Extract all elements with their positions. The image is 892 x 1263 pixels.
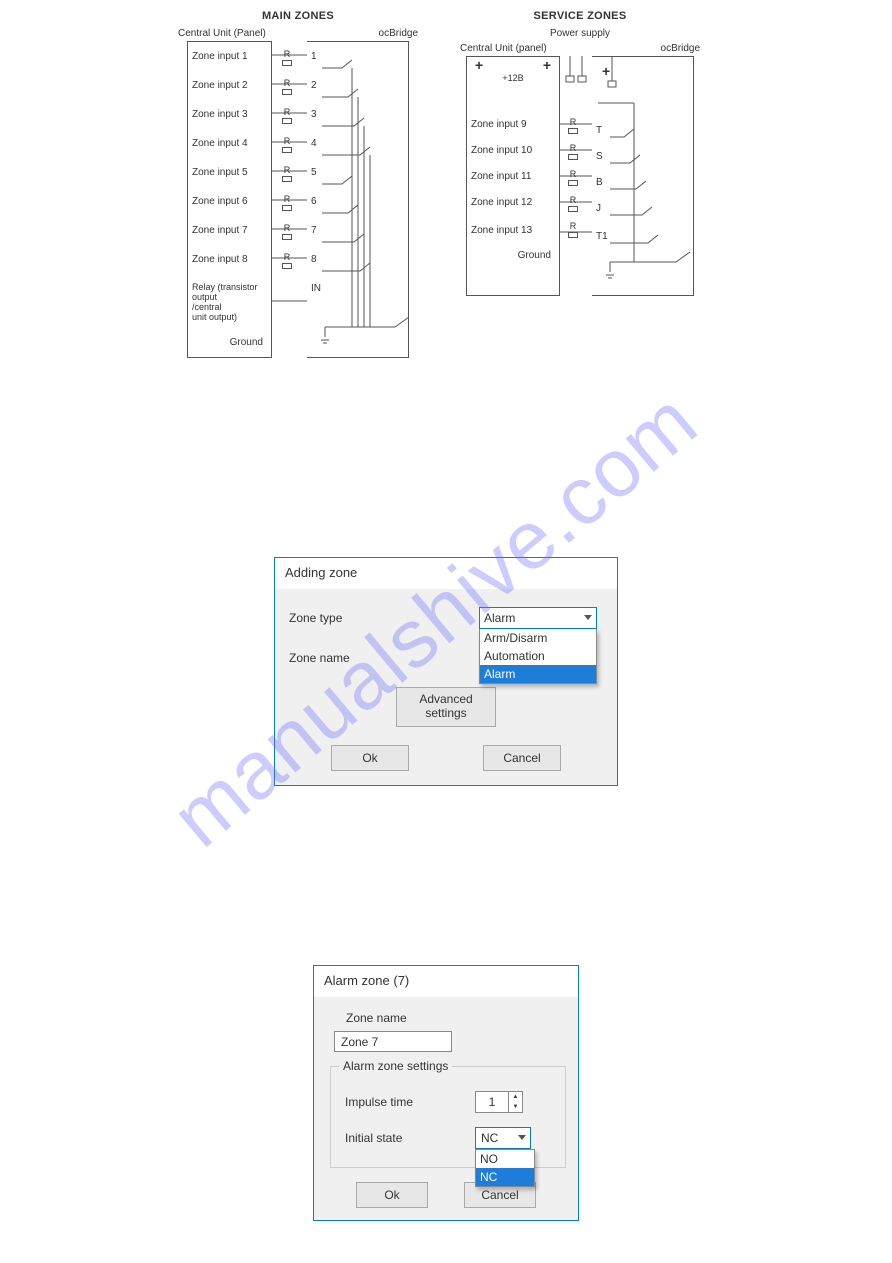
ground-row: Ground [188,332,271,352]
service-zones-header-row: Central Unit (panel) ocBridge [460,43,700,54]
impulse-time-value: 1 [476,1092,508,1112]
ocbridge-label: ocBridge [379,28,418,39]
zone-type-dropdown: Arm/Disarm Automation Alarm [479,629,597,684]
zone-input-row: Zone input 8 [188,245,271,274]
dropdown-option[interactable]: NO [476,1150,534,1168]
relay-strip: R R R R R [560,56,592,296]
zone-input-row: Zone input 7 [188,216,271,245]
zone-name-label: Zone name [289,651,479,665]
ok-button[interactable]: Ok [356,1182,428,1208]
initial-state-combo[interactable]: NC NO NC [475,1127,531,1149]
relay-output-row: Relay (transistor output /central unit o… [188,274,271,332]
ocbridge-label: ocBridge [661,43,700,54]
spinner-down-icon[interactable]: ▼ [509,1102,522,1112]
zone-input-row: Zone input 2 [188,71,271,100]
zone-name-input[interactable]: Zone 7 [334,1031,452,1052]
wiring-diagrams: MAIN ZONES Central Unit (Panel) ocBridge… [178,10,718,358]
chevron-down-icon [584,615,592,620]
initial-state-label: Initial state [345,1131,475,1145]
relay-strip: R R R R R R R R [272,41,307,358]
main-zones-diagram: MAIN ZONES Central Unit (Panel) ocBridge… [178,10,418,358]
zone-input-row: Zone input 10 [467,137,559,163]
zone-name-label: Zone name [346,1011,566,1025]
impulse-time-spinner[interactable]: 1 ▲ ▼ [475,1091,523,1113]
dialog-title: Alarm zone (7) [314,966,578,997]
alarm-zone-dialog: Alarm zone (7) Zone name Zone 7 Alarm zo… [313,965,579,1221]
adding-zone-dialog: Adding zone Zone type Alarm Arm/Disarm A… [274,557,618,786]
cancel-button[interactable]: Cancel [483,745,561,771]
central-unit-label: Central Unit (Panel) [178,28,266,39]
group-title: Alarm zone settings [339,1059,452,1073]
zone-input-row: Zone input 9 [467,111,559,137]
dropdown-option[interactable]: NC [476,1168,534,1186]
main-zones-wires [307,42,409,354]
spinner-up-icon[interactable]: ▲ [509,1092,522,1102]
zone-type-label: Zone type [289,611,479,625]
main-zones-title: MAIN ZONES [262,10,334,22]
dropdown-option[interactable]: Alarm [480,665,596,683]
central-unit-panel: Zone input 1 Zone input 2 Zone input 3 Z… [187,41,272,358]
dropdown-option[interactable]: Automation [480,647,596,665]
zone-input-row: Zone input 4 [188,129,271,158]
zone-name-value: Zone 7 [341,1035,378,1049]
service-zones-title: SERVICE ZONES [534,10,627,22]
chevron-down-icon [518,1135,526,1140]
ground-row: Ground [467,245,559,265]
ocbridge-panel-service: + T S B J T1 [592,56,694,296]
zone-input-row: Zone input 3 [188,100,271,129]
main-zones-header-row: Central Unit (Panel) ocBridge [178,28,418,39]
dropdown-option[interactable]: Arm/Disarm [480,629,596,647]
zone-input-row: Zone input 1 [188,42,271,71]
ocbridge-panel-main: 1 2 3 4 5 6 7 8 IN [307,41,409,358]
initial-state-dropdown: NO NC [475,1149,535,1187]
zone-type-combo[interactable]: Alarm Arm/Disarm Automation Alarm [479,607,597,629]
alarm-zone-settings-group: Alarm zone settings Impulse time 1 ▲ ▼ I… [330,1066,566,1168]
zone-input-row: Zone input 5 [188,158,271,187]
zone-input-row: Zone input 6 [188,187,271,216]
ok-button[interactable]: Ok [331,745,409,771]
initial-state-value: NC [481,1131,498,1145]
dialog-title: Adding zone [275,558,617,589]
service-zones-diagram: SERVICE ZONES Power supply Central Unit … [460,10,700,358]
power-supply-label: Power supply [550,28,610,39]
impulse-time-label: Impulse time [345,1095,475,1109]
zone-input-row: Zone input 12 [467,189,559,215]
central-unit-panel: ++ +12B Zone input 9 Zone input 10 Zone … [466,56,560,296]
zone-type-value: Alarm [484,611,515,625]
zone-input-row: Zone input 13 [467,215,559,245]
central-unit-label: Central Unit (panel) [460,43,547,54]
zone-input-row: Zone input 11 [467,163,559,189]
advanced-settings-button[interactable]: Advanced settings [396,687,496,727]
